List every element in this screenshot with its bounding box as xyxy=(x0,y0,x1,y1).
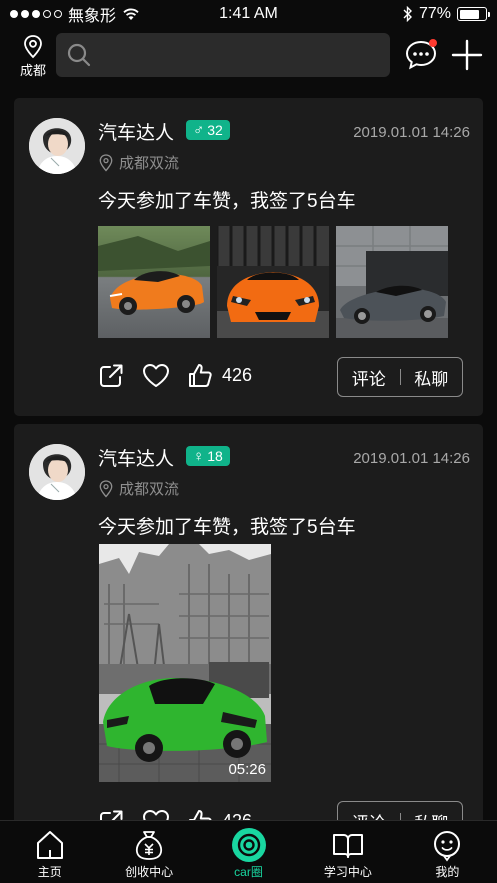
age-label: 18 xyxy=(207,448,223,464)
female-icon: ♀ xyxy=(193,447,205,465)
share-icon[interactable] xyxy=(98,362,125,389)
search-bar[interactable] xyxy=(56,33,390,77)
tab-label: 创收中心 xyxy=(125,865,174,879)
like-count: 426 xyxy=(222,365,253,385)
heart-icon[interactable] xyxy=(141,362,171,389)
post-datetime: 2019.01.01 14:26 xyxy=(353,450,470,467)
tab-bar: 主页 创收中心 car圈 学习中心 我的 xyxy=(0,820,497,883)
username[interactable]: 汽车达人 xyxy=(98,444,174,471)
avatar-image xyxy=(29,118,85,174)
post-text: 今天参加了车赞，我签了5台车 xyxy=(98,517,356,538)
add-button[interactable] xyxy=(450,38,484,72)
tab-label: 我的 xyxy=(435,865,460,879)
tab-car-circle[interactable]: car圈 xyxy=(199,821,298,883)
video-duration: 05:26 xyxy=(228,761,266,778)
tab-profile[interactable]: 我的 xyxy=(398,821,497,883)
location-text: 成都双流 xyxy=(119,155,180,172)
gender-age-badge: ♀ 18 xyxy=(186,446,230,466)
tab-label: car圈 xyxy=(234,865,263,879)
book-icon xyxy=(332,834,363,858)
location-pin-icon xyxy=(99,153,113,171)
grey-concept-car-photo xyxy=(336,226,448,338)
orange-sports-car-photo xyxy=(98,226,210,338)
battery-icon xyxy=(457,7,490,21)
male-icon: ♂ xyxy=(193,121,205,139)
location-text: 成都双流 xyxy=(119,481,180,498)
status-bar: 無象形 1:41 AM 77% xyxy=(0,0,497,28)
unread-badge xyxy=(429,39,437,47)
post-video[interactable]: 05:26 xyxy=(99,544,271,782)
wifi-icon xyxy=(123,8,139,20)
battery-percent: 77% xyxy=(418,5,451,22)
orange-supercar-front-photo xyxy=(217,226,329,338)
tab-label: 主页 xyxy=(37,865,62,879)
post-datetime: 2019.01.01 14:26 xyxy=(353,124,470,141)
gender-age-badge: ♂ 32 xyxy=(186,120,230,140)
signal-strength-icon xyxy=(10,10,62,18)
messages-button[interactable] xyxy=(404,38,438,72)
location-pin-icon xyxy=(99,479,113,497)
car-circle-icon xyxy=(231,828,266,862)
location-pin-icon xyxy=(24,35,42,59)
post-location: 成都双流 xyxy=(98,478,179,499)
tab-learning-center[interactable]: 学习中心 xyxy=(298,821,397,883)
location-label: 成都 xyxy=(19,63,46,78)
search-input[interactable] xyxy=(100,46,380,64)
location-selector[interactable]: 成都 xyxy=(14,34,52,79)
avatar-image xyxy=(29,444,85,500)
post-actions: 426 xyxy=(98,362,252,389)
post-text: 今天参加了车赞，我签了5台车 xyxy=(98,191,356,212)
age-label: 32 xyxy=(207,122,223,138)
money-bag-icon xyxy=(136,831,163,860)
top-bar: 成都 xyxy=(0,28,497,84)
home-icon xyxy=(36,831,63,859)
profile-icon xyxy=(434,831,461,862)
post-photo[interactable] xyxy=(98,226,210,338)
post-photo[interactable] xyxy=(336,226,448,338)
green-supercar-street-video xyxy=(99,544,271,782)
plus-icon xyxy=(451,39,483,71)
comment-button[interactable]: 评论 xyxy=(338,365,400,390)
tab-income-center[interactable]: 创收中心 xyxy=(99,821,198,883)
post-location: 成都双流 xyxy=(98,152,179,173)
thumbs-up-icon[interactable] xyxy=(187,362,214,389)
post-card: 汽车达人 ♂ 32 2019.01.01 14:26 成都双流 今天参加了车赞，… xyxy=(14,98,483,416)
comment-chat-group: 评论 私聊 xyxy=(337,357,463,397)
private-chat-button[interactable]: 私聊 xyxy=(401,365,463,390)
search-icon xyxy=(67,43,91,67)
tab-label: 学习中心 xyxy=(323,865,372,879)
tab-home[interactable]: 主页 xyxy=(0,821,99,883)
post-card: 汽车达人 ♀ 18 2019.01.01 14:26 成都双流 今天参加了车赞，… xyxy=(14,424,483,834)
post-photo[interactable] xyxy=(217,226,329,338)
bluetooth-icon xyxy=(403,6,412,22)
username[interactable]: 汽车达人 xyxy=(98,118,174,145)
carrier-name: 無象形 xyxy=(68,8,117,25)
avatar[interactable] xyxy=(29,118,85,174)
avatar[interactable] xyxy=(29,444,85,500)
